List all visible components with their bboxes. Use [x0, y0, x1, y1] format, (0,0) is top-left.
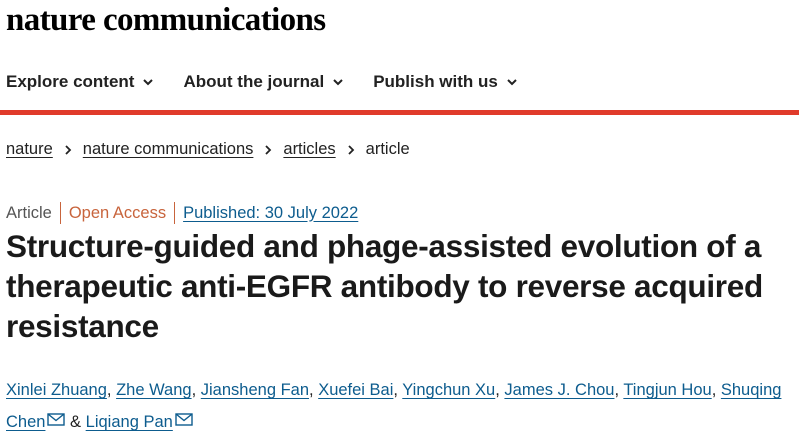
site-logo[interactable]: nature communications: [6, 0, 326, 40]
author-link[interactable]: Zhe Wang: [116, 381, 192, 399]
breadcrumb-nature[interactable]: nature: [6, 140, 53, 159]
chevron-right-icon: [65, 144, 72, 155]
open-access-label: Open Access: [68, 203, 167, 222]
article-type: Article: [6, 203, 52, 222]
chevron-down-icon: [333, 79, 343, 86]
article-meta: Article Open Access Published: 30 July 2…: [6, 202, 358, 224]
accent-divider: [0, 110, 799, 115]
author-link[interactable]: Xinlei Zhuang: [6, 381, 107, 399]
nav-label: About the journal: [183, 72, 325, 91]
meta-divider: [59, 202, 61, 224]
chevron-right-icon: [348, 144, 354, 155]
nav-label: Publish with us: [373, 72, 498, 91]
envelope-icon[interactable]: [47, 413, 66, 426]
breadcrumb-current: article: [365, 140, 410, 158]
author-link[interactable]: Jiansheng Fan: [201, 381, 309, 399]
authors-and: &: [70, 413, 82, 431]
article-title: Structure-guided and phage-assisted evol…: [6, 228, 763, 344]
nav-publish-with-us[interactable]: Publish with us: [373, 72, 518, 92]
breadcrumb-articles[interactable]: articles: [283, 140, 335, 159]
meta-divider: [174, 202, 176, 224]
author-link[interactable]: Yingchun Xu: [402, 381, 495, 399]
main-nav: Explore content About the journal Publis…: [0, 60, 799, 104]
nav-about-journal[interactable]: About the journal: [183, 72, 344, 92]
chevron-down-icon: [143, 79, 154, 86]
author-link-corresponding[interactable]: Liqiang Pan: [86, 413, 173, 431]
chevron-right-icon: [265, 144, 272, 155]
breadcrumb-nature-communications[interactable]: nature communications: [83, 140, 254, 159]
author-link[interactable]: Tingjun Hou: [623, 381, 711, 399]
chevron-down-icon: [507, 79, 517, 86]
nav-label: Explore content: [6, 72, 135, 91]
author-link[interactable]: James J. Chou: [504, 381, 614, 399]
breadcrumb: nature nature communications articles ar…: [6, 140, 410, 159]
author-list: Xinlei Zhuang, Zhe Wang, Jiansheng Fan, …: [6, 381, 782, 431]
published-date-link[interactable]: Published: 30 July 2022: [183, 204, 358, 223]
envelope-icon[interactable]: [175, 413, 193, 426]
author-link[interactable]: Xuefei Bai: [318, 381, 393, 399]
masthead: nature communications: [6, 0, 326, 42]
nav-explore-content[interactable]: Explore content: [6, 72, 154, 92]
